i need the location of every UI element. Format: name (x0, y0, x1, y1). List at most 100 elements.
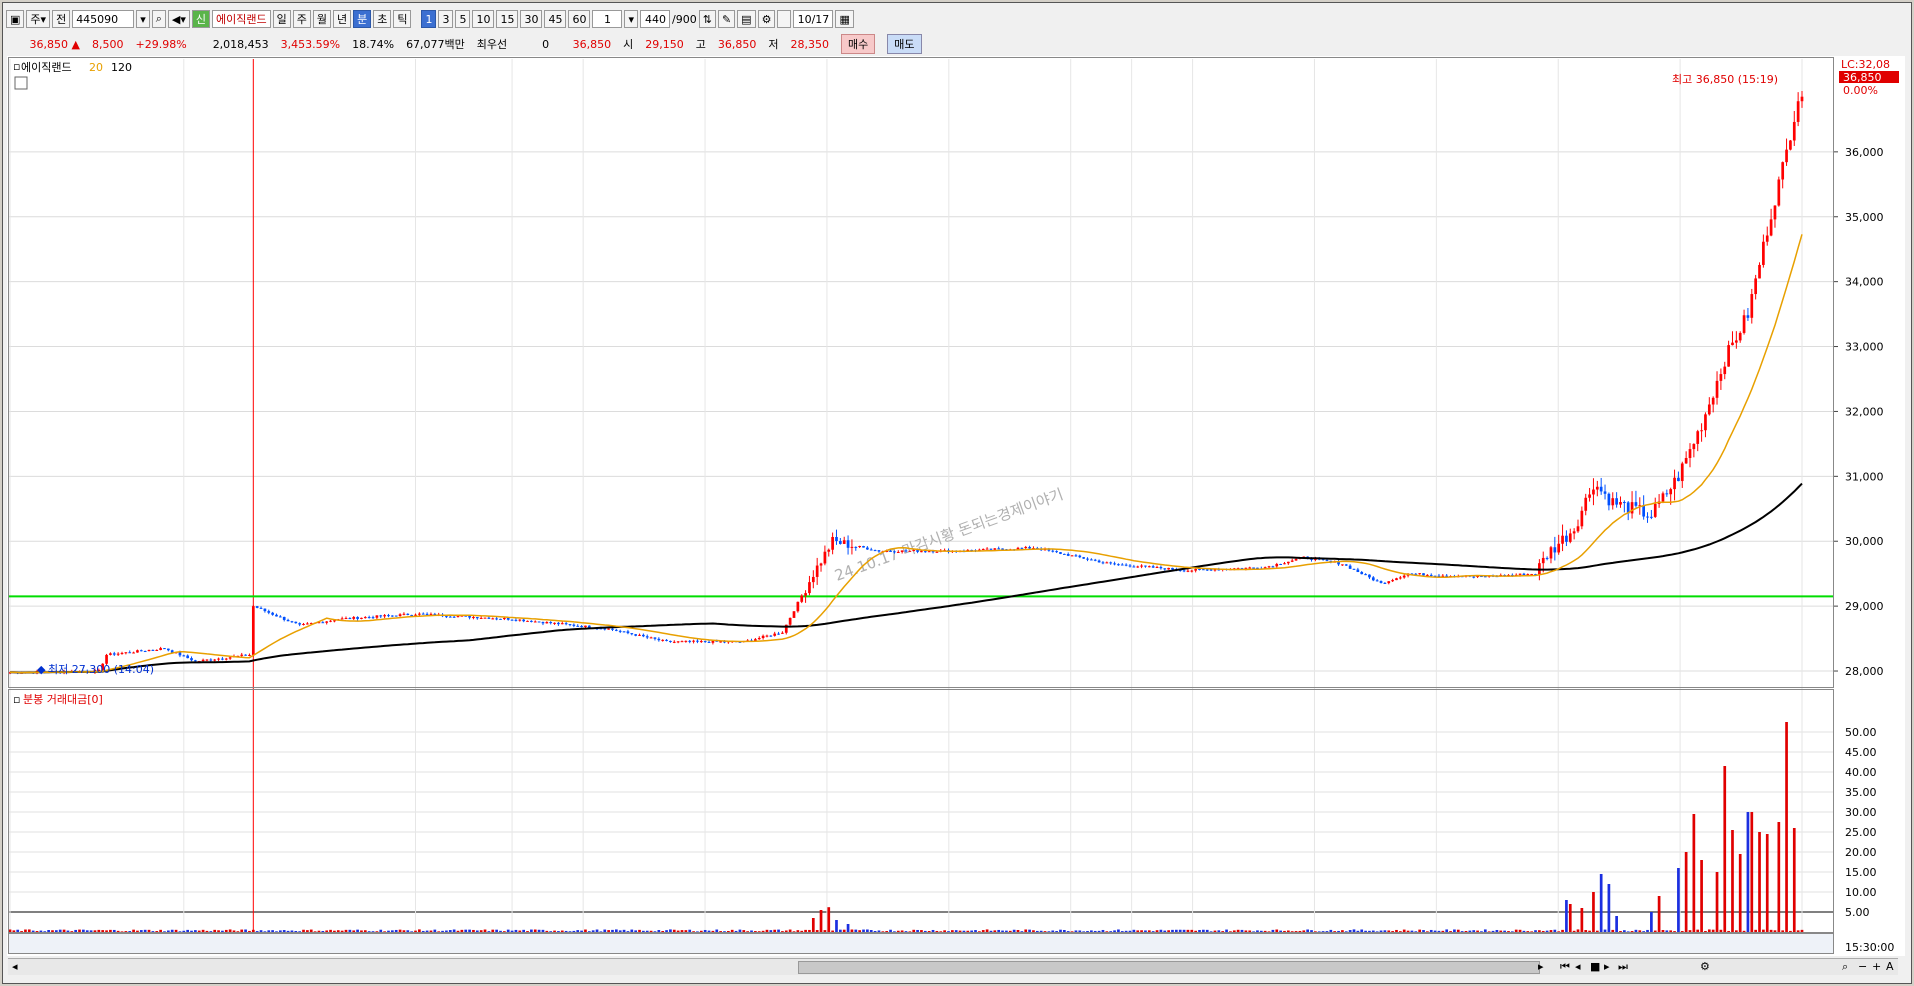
save-icon[interactable]: ▤ (737, 10, 756, 28)
interval-3[interactable]: 3 (438, 10, 454, 28)
date-checkbox[interactable] (777, 10, 792, 28)
volume-bar (1298, 930, 1302, 932)
candle-body (1777, 179, 1781, 206)
zoom-icon[interactable]: ⌕ (1842, 960, 1848, 974)
candle-body (155, 649, 159, 651)
volume-bar (1661, 930, 1665, 932)
calendar-icon[interactable]: ▦ (835, 10, 854, 28)
candle-body (132, 652, 135, 654)
volume-bar (1418, 929, 1422, 932)
candle-body (1024, 546, 1028, 549)
period-prefix[interactable]: 전 (52, 10, 71, 28)
zoom-in-icon[interactable]: + (1872, 960, 1881, 973)
interval-30[interactable]: 30 (520, 10, 543, 28)
volume-bar (1248, 930, 1252, 932)
layout-icon[interactable]: ▣ (6, 10, 25, 28)
volume-bar (622, 929, 626, 932)
gear-icon[interactable]: ⚙ (757, 10, 776, 28)
interval-15[interactable]: 15 (496, 10, 519, 28)
scroll-right-icon[interactable]: ▸ (1538, 960, 1544, 973)
volume-bar (1595, 930, 1599, 932)
draw-icon[interactable]: ✎ (717, 10, 736, 28)
period-month[interactable]: 월 (312, 10, 331, 28)
buy-button[interactable]: 매수 (841, 34, 876, 54)
period-day[interactable]: 일 (272, 10, 291, 28)
nav-stop-icon[interactable]: ■ (1590, 960, 1600, 973)
volume-bar (1082, 931, 1086, 932)
volume-bar (838, 929, 842, 932)
sell-button[interactable]: 매도 (887, 34, 922, 54)
candle-body (209, 659, 213, 661)
nav-prev-icon[interactable]: ◂ (1575, 960, 1581, 973)
volume-bar (584, 929, 587, 932)
period-minute[interactable]: 분 (353, 10, 372, 28)
candle-body (765, 635, 769, 637)
candle-body (1553, 547, 1557, 553)
candle-body (1584, 497, 1588, 511)
multiplier-input[interactable]: 1 (592, 10, 623, 28)
zoom-out-icon[interactable]: − (1858, 960, 1867, 973)
panel-collapse-icon[interactable]: ▫ (13, 60, 20, 73)
volume-bar (537, 929, 541, 932)
volume-bar (1221, 931, 1225, 932)
period-year[interactable]: 년 (332, 10, 352, 28)
volume-bar (1646, 929, 1649, 932)
candle-body (819, 563, 823, 566)
indicator-table-icon[interactable] (14, 76, 28, 90)
candle-body (838, 541, 842, 544)
low-label: 저 (768, 38, 779, 51)
font-size-icon[interactable]: A (1886, 960, 1894, 973)
volume-bar (499, 930, 502, 932)
scroll-left-icon[interactable]: ◂ (12, 960, 18, 973)
volume-panel-icon[interactable]: ▫ (13, 693, 20, 706)
candle-body (1592, 489, 1595, 495)
candle-body (916, 550, 919, 552)
volume-bar (1090, 930, 1093, 932)
volume-bar (12, 930, 16, 932)
volume-bar (205, 930, 209, 932)
period-week[interactable]: 주 (292, 10, 311, 28)
interval-45[interactable]: 45 (544, 10, 567, 28)
volume-bar (1294, 931, 1298, 932)
candle-body (499, 618, 502, 620)
period-tick[interactable]: 틱 (393, 10, 412, 28)
stock-name[interactable]: 에이직랜드 (212, 10, 271, 28)
volume-bar (1229, 931, 1232, 932)
price-tick-label: 35,000 (1845, 211, 1884, 224)
interval-1[interactable]: 1 (421, 10, 437, 28)
period-second[interactable]: 초 (373, 10, 392, 28)
interval-10[interactable]: 10 (472, 10, 495, 28)
candle-body (557, 622, 560, 625)
market-select[interactable]: 주 ▾ (26, 10, 51, 28)
compare-icon[interactable]: ⇅ (698, 10, 716, 28)
volume-bar (1588, 930, 1591, 932)
interval-5[interactable]: 5 (455, 10, 471, 28)
volume-bar (1530, 931, 1534, 932)
tools-icon[interactable]: ⚙ (1700, 960, 1710, 973)
candle-body (259, 607, 263, 609)
volume-bar (1642, 931, 1646, 932)
volume-bar (1541, 930, 1545, 932)
nav-first-icon[interactable]: ⏮ (1560, 960, 1570, 974)
nav-last-icon[interactable]: ⏭ (1618, 960, 1628, 974)
horizontal-scrollbar[interactable] (8, 958, 1898, 975)
multiplier-dropdown-icon[interactable]: ▾ (624, 10, 639, 28)
price-volume-chart[interactable]: 24.10.17 마감시황 돈되는경제이야기 28,00029,00030,00… (7, 56, 1905, 956)
speaker-icon[interactable]: ◀▾ (167, 10, 190, 28)
scrollbar-thumb[interactable] (798, 961, 1540, 974)
volume-bar (692, 931, 695, 932)
search-icon[interactable]: ⌕ (151, 10, 166, 28)
volume-bar (510, 930, 514, 932)
code-input[interactable]: 445090 (72, 10, 135, 28)
candle-body (835, 536, 838, 542)
date-input[interactable]: 10/17 (793, 10, 834, 28)
code-dropdown-icon[interactable]: ▾ (136, 10, 150, 28)
nav-next-icon[interactable]: ▸ (1604, 960, 1610, 973)
volume-bar (1584, 930, 1588, 932)
volume-bar (159, 929, 162, 932)
count-input[interactable]: 440 (640, 10, 671, 28)
volume-bar (1144, 930, 1147, 932)
high-label: 고 (695, 38, 706, 51)
volume-bar (1456, 929, 1460, 932)
interval-60[interactable]: 60 (568, 10, 591, 28)
